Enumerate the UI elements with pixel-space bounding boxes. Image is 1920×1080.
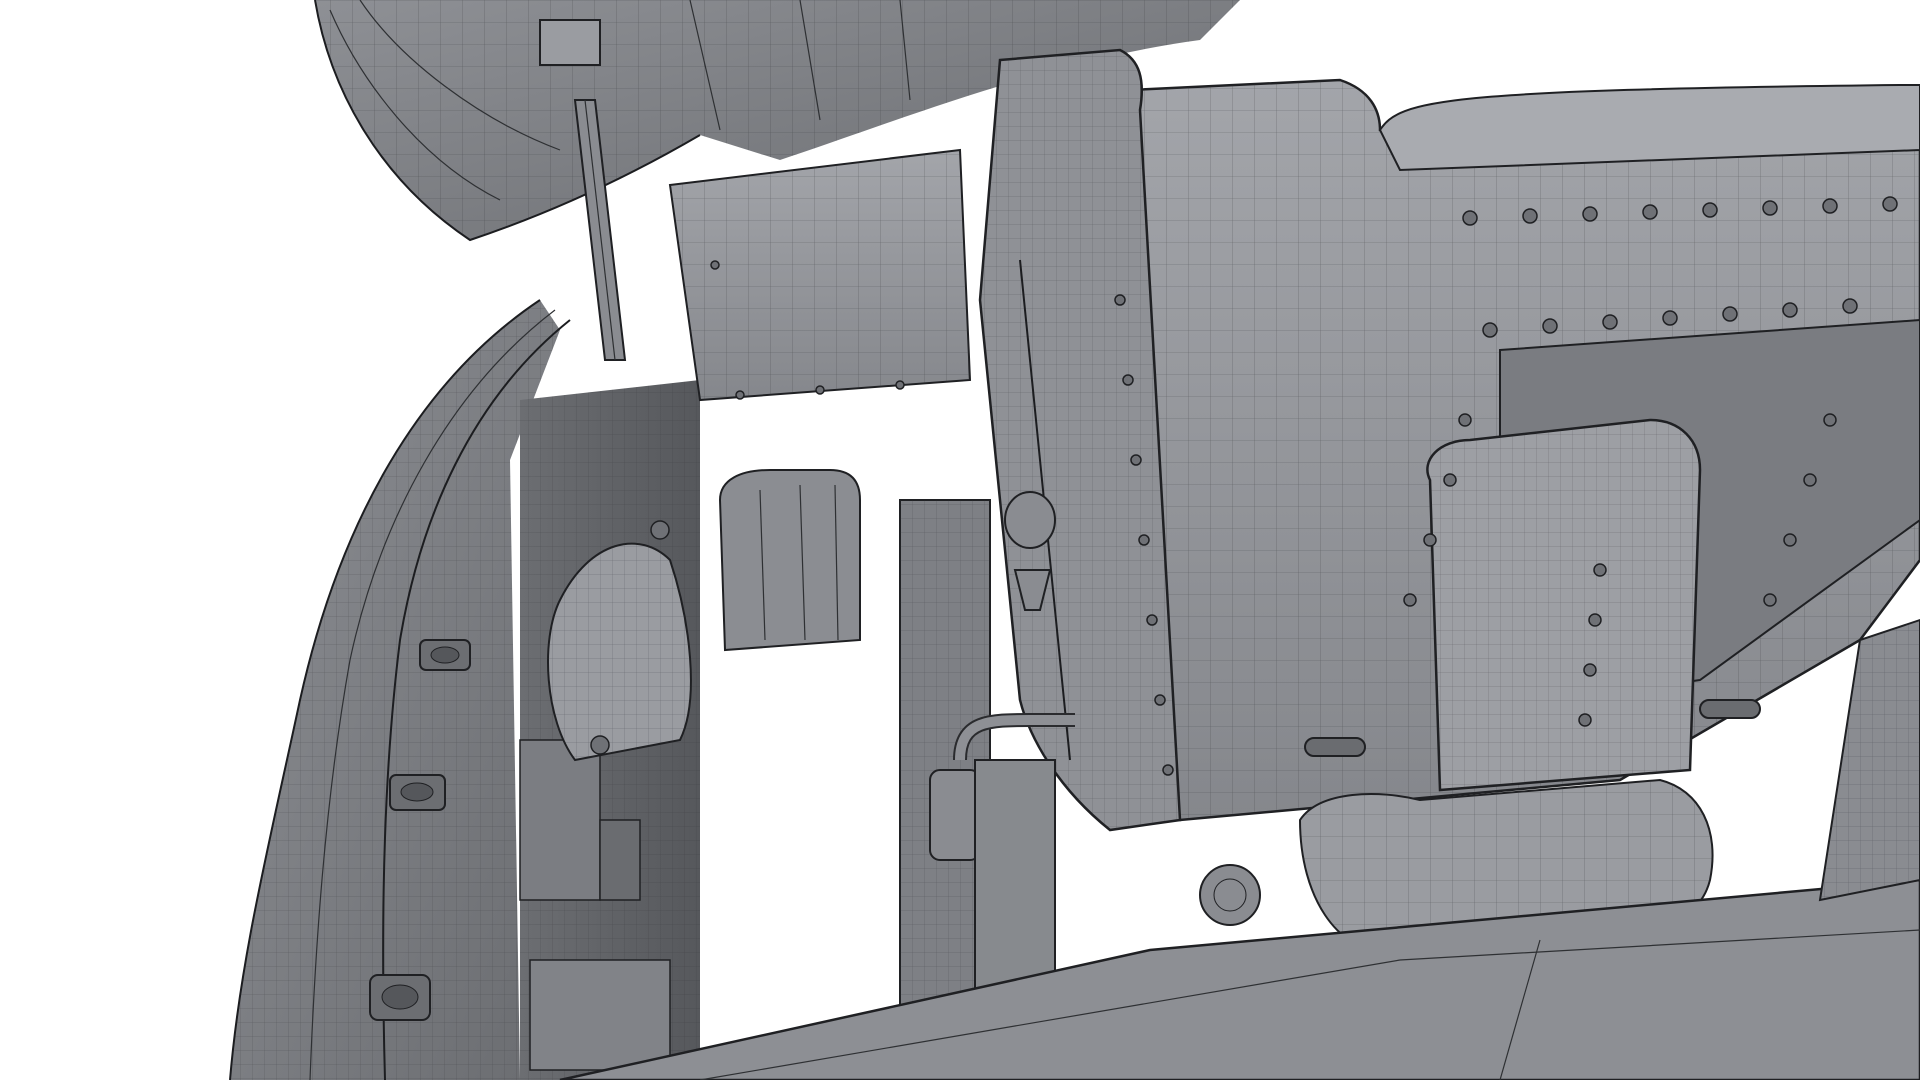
wireframe-model (229, 0, 1920, 1080)
hull-clamp-3 (369, 974, 431, 1021)
right-outer-flange (1818, 618, 1920, 902)
seat-back-cushion (718, 469, 861, 652)
hull-clamp-2 (389, 774, 446, 811)
hull-clamp-1 (419, 639, 471, 671)
outer-hull (229, 299, 571, 1080)
render-viewport (0, 0, 1920, 1080)
headrest-parachute-pack (1098, 78, 1920, 822)
rear-bulkhead-panel (668, 148, 972, 402)
